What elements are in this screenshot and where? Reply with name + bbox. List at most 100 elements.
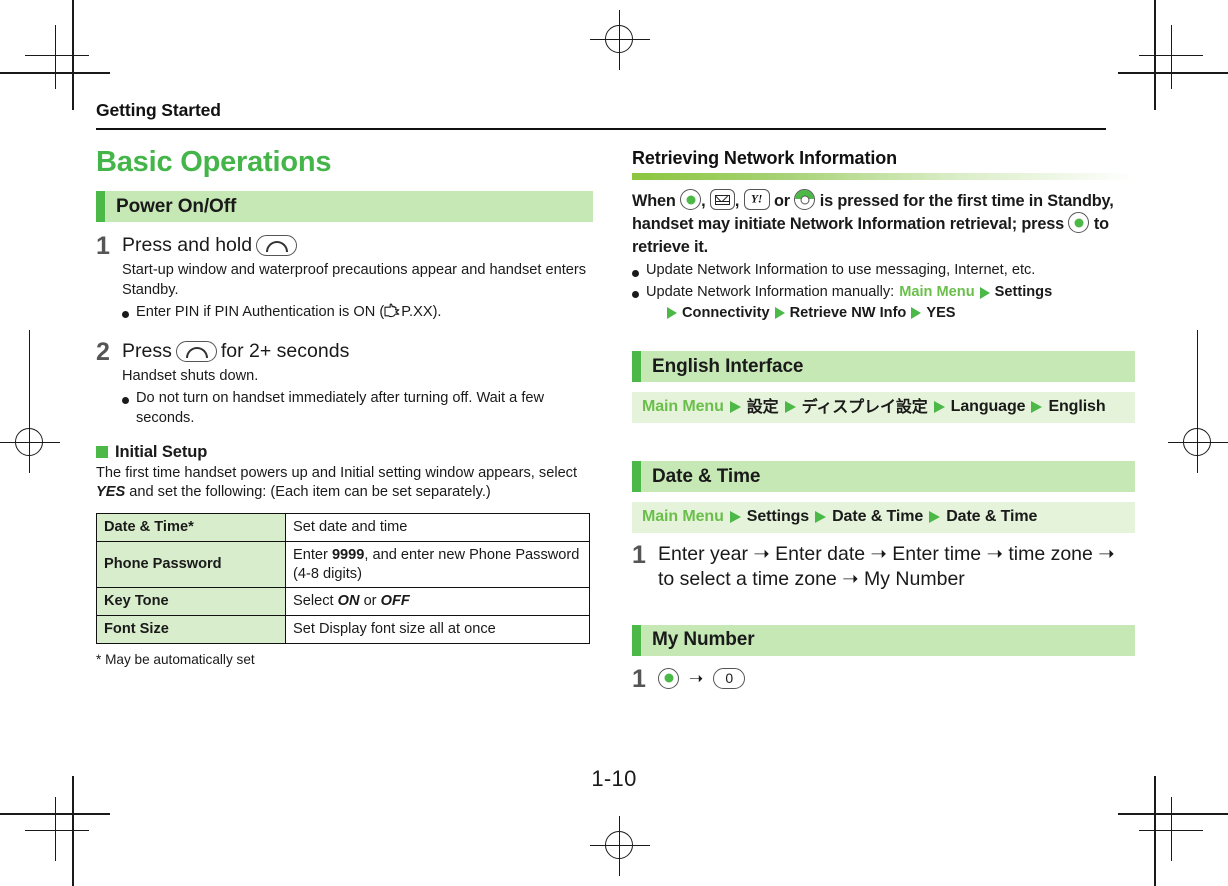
crumb-date-time[interactable]: Date & Time — [832, 507, 923, 527]
step-item: 1 ➝ 0 — [632, 666, 1135, 692]
bullet-text-before: Enter PIN if PIN Authentication is ON ( — [136, 304, 385, 321]
crumb-yes[interactable]: YES — [926, 305, 955, 321]
chevron-right-icon — [784, 401, 796, 414]
chapter-title: Basic Operations — [96, 146, 332, 178]
chevron-right-icon — [774, 307, 785, 320]
section-title: Date & Time — [652, 465, 761, 487]
arrow-right-icon: ➝ — [689, 668, 704, 688]
lead-text-middle: is pressed for the first time in Standby… — [632, 192, 1114, 234]
step-key-sequence: ➝ 0 — [658, 667, 1135, 689]
section-underline — [632, 173, 1135, 180]
lead-text-when: When — [632, 192, 676, 210]
section-title-network: Retrieving Network Information — [632, 148, 898, 168]
crumb-main-menu[interactable]: Main Menu — [642, 507, 724, 527]
chevron-right-icon — [911, 307, 922, 320]
crumb-settings-jp[interactable]: 設定 — [747, 397, 779, 417]
manual-page: Getting Started Basic Operations Power O… — [0, 0, 1228, 886]
step-number: 1 — [632, 664, 646, 693]
step-title: Enter year ➝ Enter date ➝ Enter time ➝ t… — [658, 543, 1115, 591]
page-number: 1-10 — [591, 766, 637, 791]
bullet-dot-icon — [122, 311, 129, 319]
section-tab-accent — [96, 191, 105, 222]
right-column: Retrieving Network Information When , , … — [632, 148, 1135, 692]
section-header-date-time: Date & Time — [632, 461, 1135, 493]
trim-line-right — [1197, 330, 1199, 420]
table-footnote: * May be automatically set — [96, 652, 255, 668]
crumb-date-time-sub[interactable]: Date & Time — [946, 507, 1037, 527]
phone-end-key-icon — [256, 235, 298, 257]
section-tab-accent — [632, 351, 641, 383]
network-bullet-continuation: Connectivity Retrieve NW Info YES — [632, 305, 1135, 321]
lead-comma-1: , — [701, 192, 706, 210]
step-item: 2 Press for 2+ seconds Handset shuts dow… — [96, 339, 593, 429]
table-cell-key: Phone Password — [96, 540, 286, 589]
step-title-text: Press — [122, 339, 172, 362]
table-cell-value: Enter 9999, and enter new Phone Password… — [285, 540, 590, 589]
crumb-settings[interactable]: Settings — [995, 283, 1053, 303]
crumb-english[interactable]: English — [1048, 397, 1105, 417]
reference-hand-icon — [384, 303, 401, 318]
network-bullet: Update Network Information manually: Mai… — [632, 283, 1135, 303]
chevron-right-icon — [729, 511, 741, 524]
subsection-initial-setup: Initial Setup — [96, 443, 593, 462]
phone-end-key-icon — [175, 341, 217, 363]
section-header-english-interface: English Interface — [632, 351, 1135, 383]
step-bullet: Do not turn on handset immediately after… — [122, 389, 593, 429]
left-column: Basic Operations Power On/Off 1 Press an… — [96, 148, 593, 667]
trim-line-left — [29, 330, 31, 420]
section-header-my-number: My Number — [632, 624, 1135, 656]
initial-setup-intro: The first time handset powers up and Ini… — [96, 464, 578, 501]
registration-mark-right — [1168, 413, 1228, 473]
step-title: Press for 2+ seconds — [122, 339, 593, 364]
bullet-text-after: P.XX). — [401, 304, 442, 321]
mail-key-icon — [709, 189, 735, 210]
table-cell-key: Font Size — [96, 615, 286, 645]
table-row: Key Tone Select ON or OFF — [96, 587, 590, 617]
bullet-text: Update Network Information manually: — [646, 284, 895, 301]
chevron-right-icon — [729, 401, 741, 414]
breadcrumb-date-time: Main Menu Settings Date & Time Date & Ti… — [632, 502, 1135, 534]
table-row: Date & Time* Set date and time — [96, 512, 590, 542]
crumb-display-settings-jp[interactable]: ディスプレイ設定 — [802, 397, 928, 417]
step-item: 1 Enter year ➝ Enter date ➝ Enter time ➝… — [632, 542, 1135, 593]
table-cell-key: Key Tone — [96, 587, 286, 617]
table-row: Font Size Set Display font size all at o… — [96, 615, 590, 645]
chevron-right-icon — [929, 511, 941, 524]
multi-function-key-icon — [794, 189, 816, 210]
step-number: 1 — [96, 232, 110, 260]
crumb-main-menu[interactable]: Main Menu — [642, 397, 724, 417]
network-lead-paragraph: When , , Y! or is pressed for the first … — [632, 189, 1135, 258]
initial-setup-table: Date & Time* Set date and time Phone Pas… — [96, 512, 590, 645]
table-cell-key: Date & Time* — [96, 512, 286, 542]
center-key-icon — [1068, 212, 1090, 234]
yahoo-key-icon: Y! — [743, 189, 770, 210]
step-title-text: Press and hold — [122, 234, 253, 256]
crumb-retrieve-nw-info[interactable]: Retrieve NW Info — [790, 305, 907, 321]
head-rule — [96, 128, 1106, 131]
crumb-connectivity[interactable]: Connectivity — [682, 305, 770, 321]
step-bullet: Enter PIN if PIN Authentication is ON ( P… — [122, 303, 593, 323]
green-square-icon — [96, 446, 108, 459]
section-header-power-on-off: Power On/Off — [96, 191, 593, 222]
crumb-language[interactable]: Language — [951, 397, 1026, 417]
subsection-title: Initial Setup — [115, 442, 208, 461]
crumb-main-menu[interactable]: Main Menu — [899, 283, 974, 303]
step-number: 2 — [96, 337, 110, 366]
table-cell-value: Set Display font size all at once — [285, 615, 590, 645]
chevron-right-icon — [667, 307, 677, 320]
table-cell-value: Set date and time — [285, 512, 590, 542]
crumb-settings[interactable]: Settings — [747, 507, 809, 527]
network-bullet: Update Network Information to use messag… — [632, 261, 1135, 281]
running-head: Getting Started — [96, 100, 221, 120]
chevron-right-icon — [979, 287, 990, 300]
center-key-icon — [680, 189, 702, 210]
step-description: Handset shuts down. — [122, 368, 259, 385]
lead-comma-2: , — [734, 192, 740, 210]
bullet-text: Do not turn on handset immediately after… — [136, 390, 545, 426]
section-title: Power On/Off — [116, 195, 237, 217]
section-tab-accent — [632, 624, 641, 656]
chevron-right-icon — [933, 401, 945, 414]
breadcrumb-english-interface: Main Menu 設定 ディスプレイ設定 Language English — [632, 392, 1135, 424]
center-key-icon — [658, 667, 679, 689]
bullet-dot-icon — [122, 397, 129, 405]
